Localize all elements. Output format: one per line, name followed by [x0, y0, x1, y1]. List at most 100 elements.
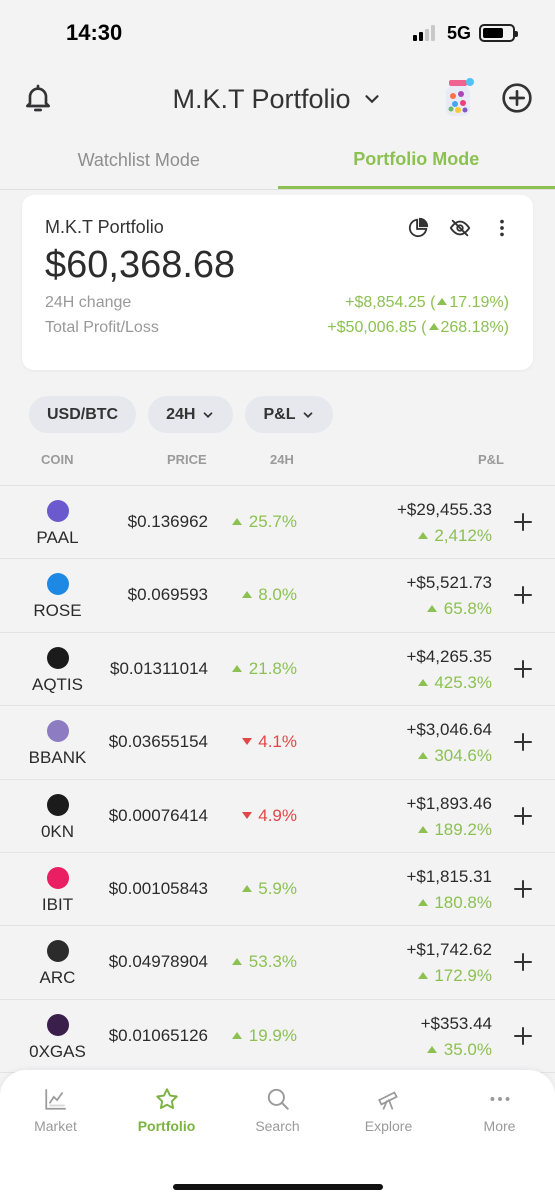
add-transaction-icon[interactable] [511, 1024, 535, 1048]
change-label: 24H change [45, 294, 132, 311]
pnl-percent: 425.3% [406, 673, 492, 693]
up-arrow-icon [417, 825, 428, 833]
up-arrow-icon [232, 664, 243, 672]
signal-icon [412, 25, 435, 41]
star-icon [155, 1088, 178, 1109]
up-arrow-icon [417, 972, 428, 980]
holding-row[interactable]: IBIT $0.00105843 5.9% +$1,815.31 180.8% [0, 853, 555, 927]
coin-change: 5.9% [240, 879, 297, 899]
up-arrow-icon [417, 678, 428, 686]
portfolio-selector[interactable]: M.K.T Portfolio [172, 84, 382, 115]
pnl-cell: +$1,815.31 180.8% [406, 867, 492, 913]
add-transaction-icon[interactable] [511, 804, 535, 828]
down-arrow-icon [241, 811, 252, 819]
up-arrow-icon [428, 323, 439, 331]
nav-market[interactable]: Market [0, 1086, 111, 1200]
metric-filter[interactable]: P&L [245, 396, 334, 433]
up-arrow-icon [417, 752, 428, 760]
currency-filter[interactable]: USD/BTC [29, 396, 137, 433]
coin-price: $0.00105843 [108, 878, 208, 898]
coin-symbol: AQTIS [31, 674, 83, 694]
add-transaction-icon[interactable] [511, 657, 535, 681]
coin-symbol: ARC [39, 968, 76, 988]
add-transaction-icon[interactable] [511, 950, 535, 974]
battery-icon [479, 24, 518, 42]
pnl-cell: +$29,455.33 2,412% [397, 500, 492, 546]
col-pnl[interactable]: P&L [478, 452, 504, 467]
pnl-value: +$1,815.31 [406, 866, 492, 886]
holding-row[interactable]: 0KN $0.00076414 4.9% +$1,893.46 189.2% [0, 780, 555, 853]
coin-cell: 0KN [15, 793, 100, 842]
chevron-down-icon [364, 95, 379, 104]
coin-price: $0.00076414 [108, 805, 208, 825]
up-arrow-icon [417, 532, 428, 540]
more-icon [489, 1097, 510, 1101]
coin-change: 21.8% [230, 659, 297, 679]
nav-more[interactable]: More [444, 1086, 555, 1200]
nav-portfolio[interactable]: Portfolio [111, 1086, 222, 1200]
pnl-value: +$5,521.73 [406, 573, 492, 593]
pnl-percent: 172.9% [406, 966, 492, 986]
add-transaction-icon[interactable] [511, 877, 535, 901]
pnl-value: +$4,265.35 [406, 646, 492, 666]
coin-logo-icon [46, 500, 69, 522]
holding-row[interactable]: AQTIS $0.01311014 21.8% +$4,265.35 425.3… [0, 633, 555, 707]
up-arrow-icon [241, 884, 252, 892]
network-label: 5G [446, 22, 471, 43]
up-arrow-icon [427, 1045, 438, 1053]
holding-row[interactable]: PAAL $0.136962 25.7% +$29,455.33 2,412% [0, 486, 555, 560]
holding-row[interactable]: 0XGAS $0.01065126 19.9% +$353.44 35.0% [0, 1000, 555, 1074]
pl-label: Total Profit/Loss [45, 319, 159, 336]
coin-change: 25.7% [230, 512, 297, 532]
add-transaction-icon[interactable] [511, 583, 535, 607]
coin-price: $0.04978904 [108, 952, 208, 972]
nav-explore[interactable]: Explore [333, 1086, 444, 1200]
up-arrow-icon [232, 958, 243, 966]
pie-chart-icon[interactable] [407, 217, 429, 239]
coin-symbol: 0XGAS [29, 1041, 86, 1061]
coin-symbol: ROSE [33, 601, 82, 621]
col-coin[interactable]: COIN [41, 452, 74, 467]
holding-row[interactable]: ROSE $0.069593 8.0% +$5,521.73 65.8% [0, 559, 555, 633]
col-price[interactable]: PRICE [167, 452, 207, 467]
holdings-list: PAAL $0.136962 25.7% +$29,455.33 2,412% … [0, 485, 555, 1074]
add-transaction-icon[interactable] [511, 510, 535, 534]
coin-symbol: 0KN [40, 821, 75, 841]
mode-tabs: Watchlist Mode Portfolio Mode [0, 132, 555, 190]
coin-cell: ROSE [15, 573, 100, 621]
coin-price: $0.01311014 [109, 658, 208, 678]
col-24h[interactable]: 24H [270, 452, 294, 467]
tab-portfolio-mode[interactable]: Portfolio Mode [277, 132, 555, 189]
period-filter[interactable]: 24H [148, 396, 234, 433]
nav-search[interactable]: Search [222, 1086, 333, 1200]
hide-eye-icon[interactable] [449, 217, 471, 239]
add-transaction-icon[interactable] [511, 730, 535, 754]
pnl-cell: +$1,893.46 189.2% [406, 794, 492, 840]
pnl-value: +$3,046.64 [406, 720, 492, 740]
bell-icon[interactable] [22, 82, 54, 114]
tab-watchlist-mode[interactable]: Watchlist Mode [0, 132, 278, 189]
coin-cell: ARC [15, 940, 100, 988]
pnl-value: +$29,455.33 [396, 500, 492, 519]
coin-symbol: IBIT [41, 894, 74, 914]
coin-cell: AQTIS [15, 646, 100, 695]
up-arrow-icon [241, 591, 252, 599]
coin-change: 53.3% [230, 952, 297, 972]
portfolio-summary-card: M.K.T Portfolio $60,368.68 24H change +$… [22, 195, 533, 370]
candy-jar-icon[interactable] [441, 78, 475, 118]
holding-row[interactable]: BBANK $0.03655154 4.1% +$3,046.64 304.6% [0, 706, 555, 780]
holding-row[interactable]: ARC $0.04978904 53.3% +$1,742.62 172.9% [0, 926, 555, 1000]
status-bar: 14:30 5G [0, 0, 555, 66]
coin-change: 8.0% [240, 585, 297, 605]
more-vertical-icon[interactable] [491, 217, 513, 239]
search-icon [267, 1088, 289, 1110]
coin-cell: BBANK [15, 720, 100, 768]
chart-icon [44, 1089, 66, 1110]
up-arrow-icon [232, 518, 243, 526]
status-indicators: 5G [412, 22, 518, 44]
pnl-cell: +$4,265.35 425.3% [406, 647, 492, 693]
coin-change: 4.1% [240, 732, 297, 752]
coin-logo-icon [46, 573, 69, 596]
up-arrow-icon [427, 605, 438, 613]
add-portfolio-icon[interactable] [501, 82, 533, 114]
